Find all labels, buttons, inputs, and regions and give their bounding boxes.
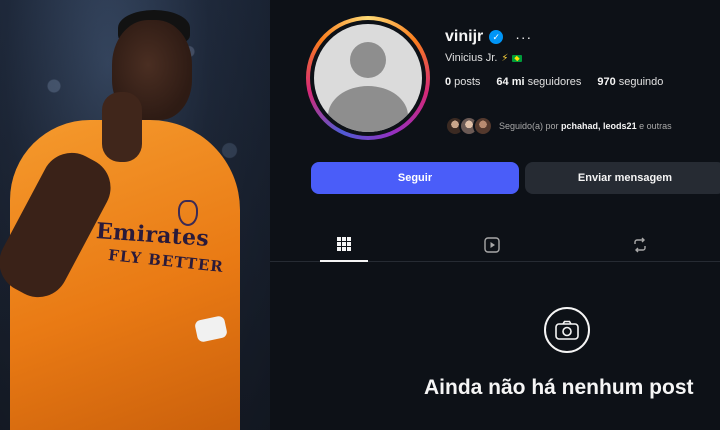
full-name-row: Vinicius Jr. ⚡ [445,52,523,64]
more-options-icon[interactable]: ··· [515,29,532,45]
username: vinijr [445,28,484,45]
avatar-head-shape [350,42,386,78]
grid-icon [337,237,351,251]
lightning-emoji-icon: ⚡ [501,52,509,64]
camera-icon [544,307,590,353]
full-name: Vinicius Jr. [445,52,498,64]
profile-avatar[interactable] [306,16,430,140]
player-photo: Emirates FLY BETTER [0,0,270,430]
reels-icon [484,237,500,253]
verified-badge-icon: ✓ [489,30,504,44]
repost-icon [634,237,646,253]
username-row: vinijr ✓ ··· [445,28,532,46]
club-crest-icon [178,200,198,226]
tab-reposts[interactable] [616,228,664,262]
followed-by[interactable]: Seguido(a) por pchahad, leods21 e outras [445,116,672,136]
brazil-flag-icon [512,54,523,62]
follow-button[interactable]: Seguir [311,162,519,194]
tab-reels[interactable] [468,228,516,262]
avatar-gap [310,20,426,136]
send-message-button[interactable]: Enviar mensagem [525,162,720,194]
shush-gesture-hand [102,92,142,162]
no-posts-message: Ainda não há nenhum post [424,376,694,399]
posts-count: 0 posts [445,76,481,88]
profile-tabs [270,228,720,262]
profile-stats: 0 posts 64 mi seguidores 970 seguindo [445,76,663,88]
tab-posts-grid[interactable] [320,228,368,262]
following-count[interactable]: 970 seguindo [597,76,663,88]
followers-count[interactable]: 64 mi seguidores [496,76,581,88]
followed-by-text: Seguido(a) por pchahad, leods21 e outras [499,121,672,131]
follower-avatar [473,116,493,136]
default-avatar-icon [314,24,422,132]
instagram-profile: vinijr ✓ ··· Vinicius Jr. ⚡ 0 posts 64 mi… [270,0,720,430]
avatar-body-shape [328,86,408,132]
